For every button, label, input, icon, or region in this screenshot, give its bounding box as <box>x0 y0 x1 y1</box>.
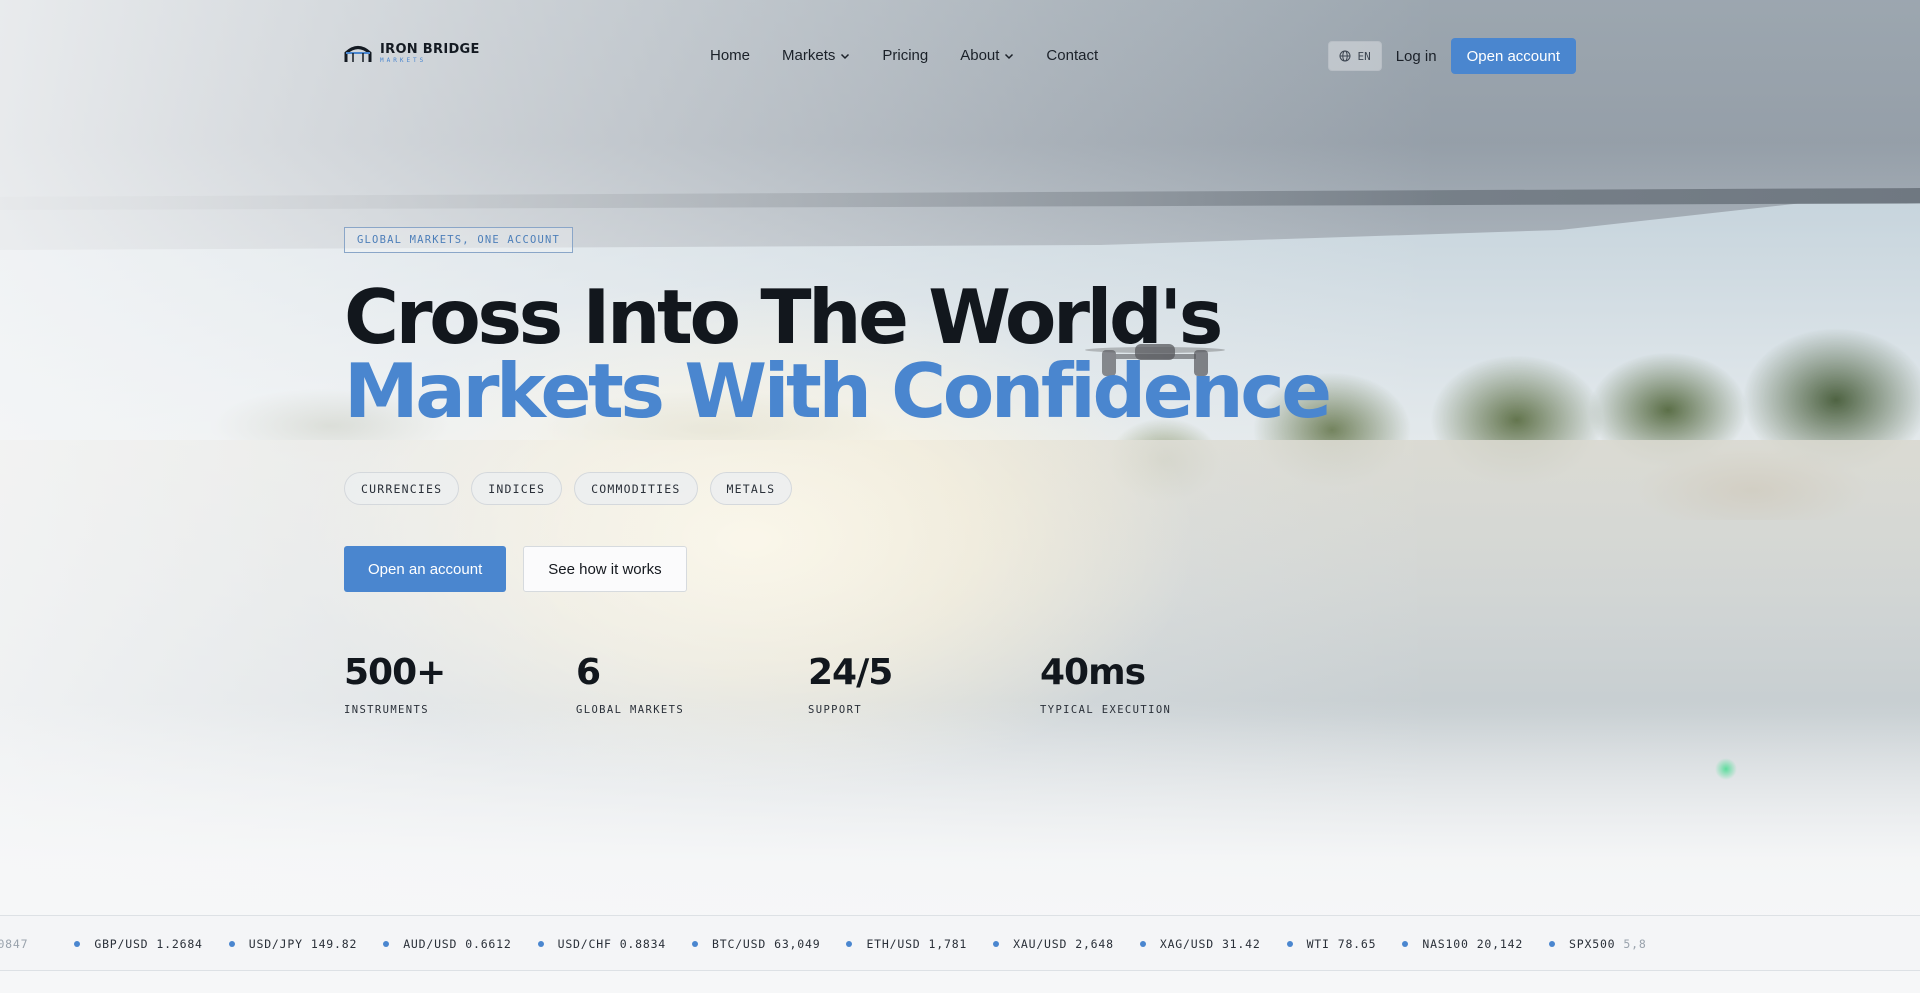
brand-name: IRON BRIDGE <box>380 41 480 57</box>
ticker-symbol: WTI <box>1306 937 1330 951</box>
ticker-price: 2,648 <box>1075 937 1114 951</box>
ticker-item: GBP/USD 1.2684 <box>74 937 228 951</box>
open-an-account-button[interactable]: Open an account <box>344 546 507 592</box>
bullet-dot-icon <box>537 941 544 947</box>
nav-pricing[interactable]: Pricing <box>882 47 928 64</box>
stat-execution: 40ms TYPICAL EXECUTION <box>1040 652 1272 716</box>
nav-pricing-label: Pricing <box>882 47 929 64</box>
bullet-dot-icon <box>228 941 235 947</box>
hero-eyebrow: GLOBAL MARKETS, ONE ACCOUNT <box>344 227 574 253</box>
ticker-symbol: USD/JPY <box>248 937 303 951</box>
ticker-symbol: USD/CHF <box>557 937 612 951</box>
ticker-symbol: SPX500 <box>1569 937 1616 951</box>
stat-label: GLOBAL MARKETS <box>576 704 685 716</box>
globe-icon <box>1339 50 1351 62</box>
bullet-dot-icon <box>1139 941 1146 947</box>
nav-markets[interactable]: Markets <box>782 47 850 64</box>
see-how-it-works-button[interactable]: See how it works <box>523 546 687 592</box>
chip-metals[interactable]: METALS <box>709 472 793 505</box>
nav-contact-label: Contact <box>1046 47 1099 64</box>
nav-about[interactable]: About <box>960 47 1014 64</box>
chevron-down-icon <box>841 53 850 59</box>
stat-value: 500+ <box>344 652 446 693</box>
ticker-item: XAG/USD 31.42 <box>1139 937 1287 951</box>
ticker-symbol: NAS100 <box>1422 937 1469 951</box>
bullet-dot-icon <box>1286 941 1293 947</box>
headline-line-2: Markets With Confidence <box>344 347 1332 435</box>
nav-contact[interactable]: Contact <box>1046 47 1098 64</box>
ticker-price: 149.82 <box>310 937 358 951</box>
ticker-price: 0.8834 <box>619 937 667 951</box>
bullet-dot-icon <box>993 941 1000 947</box>
market-chips: CURRENCIES INDICES COMMODITIES METALS <box>344 472 793 505</box>
bullet-dot-icon <box>1549 941 1556 947</box>
ticker-price: 20,142 <box>1476 937 1524 951</box>
ticker-partial-price: 1.0847 <box>0 937 29 951</box>
chevron-down-icon <box>1005 53 1014 59</box>
chip-indices[interactable]: INDICES <box>471 472 563 505</box>
stat-support: 24/5 SUPPORT <box>808 652 1040 716</box>
ticker-symbol: GBP/USD <box>94 937 149 951</box>
ticker-item: USD/JPY 149.82 <box>228 937 383 951</box>
stat-global-markets: 6 GLOBAL MARKETS <box>576 652 808 716</box>
nav-home-label: Home <box>710 47 751 64</box>
ticker-price: 1.2684 <box>156 937 203 951</box>
ticker-item: ETH/USD 1,781 <box>846 937 993 951</box>
ticker-track: 1.0847 GBP/USD 1.2684 USD/JPY 149.82 AUD/U… <box>0 916 1673 970</box>
brand-logo[interactable]: IRON BRIDGE MARKETS <box>344 42 480 64</box>
stat-label: SUPPORT <box>808 704 863 716</box>
nav-actions: EN Log in Open account <box>1328 38 1576 74</box>
bullet-dot-icon <box>74 941 81 947</box>
ticker-symbol: XAG/USD <box>1159 937 1214 951</box>
ticker-item: XAU/USD 2,648 <box>993 937 1140 951</box>
ticker-price: 31.42 <box>1221 937 1261 951</box>
brand-sub: MARKETS <box>380 56 427 64</box>
chip-currencies[interactable]: CURRENCIES <box>344 472 460 505</box>
ticker-item: AUD/USD 0.6612 <box>383 937 537 951</box>
stat-instruments: 500+ INSTRUMENTS <box>344 652 576 716</box>
ticker-price: 0.6612 <box>465 937 512 951</box>
ticker-item: SPX500 5,8 <box>1549 937 1673 951</box>
ticker-item: NAS100 20,142 <box>1402 937 1549 951</box>
ticker-item: USD/CHF 0.8834 <box>537 937 692 951</box>
bridge-logo-icon <box>344 46 372 62</box>
hero-ctas: Open an account See how it works <box>344 546 687 592</box>
open-account-button[interactable]: Open account <box>1450 38 1576 74</box>
ticker-item: BTC/USD 63,049 <box>692 937 846 951</box>
ticker-price: 78.65 <box>1337 937 1377 951</box>
bullet-dot-icon <box>692 941 699 947</box>
nav-markets-label: Markets <box>782 47 836 64</box>
ticker-symbol: BTC/USD <box>712 937 767 951</box>
chip-commodities[interactable]: COMMODITIES <box>574 472 698 505</box>
stat-label: TYPICAL EXECUTION <box>1040 704 1172 716</box>
bullet-dot-icon <box>846 941 853 947</box>
language-label: EN <box>1357 49 1371 63</box>
login-link[interactable]: Log in <box>1394 48 1439 65</box>
stat-value: 6 <box>576 652 601 693</box>
headline-line-1: Cross Into The World's <box>344 273 1223 361</box>
stat-value: 24/5 <box>808 652 893 693</box>
stat-label: INSTRUMENTS <box>344 704 429 716</box>
green-light <box>1715 758 1737 780</box>
hero-background <box>0 0 1920 993</box>
ticker-price: 5,8 <box>1623 937 1647 951</box>
nav-home[interactable]: Home <box>710 47 750 64</box>
ticker-symbol: AUD/USD <box>403 937 458 951</box>
bullet-dot-icon <box>1402 941 1409 947</box>
price-ticker: 1.0847 GBP/USD 1.2684 USD/JPY 149.82 AUD/U… <box>0 915 1920 971</box>
hero-stats: 500+ INSTRUMENTS 6 GLOBAL MARKETS 24/5 S… <box>344 652 1272 716</box>
ticker-price: 1,781 <box>928 937 968 951</box>
ticker-symbol: XAU/USD <box>1013 937 1068 951</box>
ticker-price: 63,049 <box>774 937 821 951</box>
main-menu: Home Markets Pricing About Contact <box>710 47 1098 64</box>
language-selector[interactable]: EN <box>1328 41 1382 71</box>
ticker-symbol: ETH/USD <box>866 937 921 951</box>
top-nav: IRON BRIDGE MARKETS Home Markets Pricing… <box>344 38 1576 74</box>
bullet-dot-icon <box>383 941 390 947</box>
ticker-item: WTI 78.65 <box>1286 937 1403 951</box>
hero-headline: Cross Into The World's Markets With Conf… <box>344 273 1332 435</box>
nav-about-label: About <box>960 47 1000 64</box>
stat-value: 40ms <box>1040 652 1146 693</box>
